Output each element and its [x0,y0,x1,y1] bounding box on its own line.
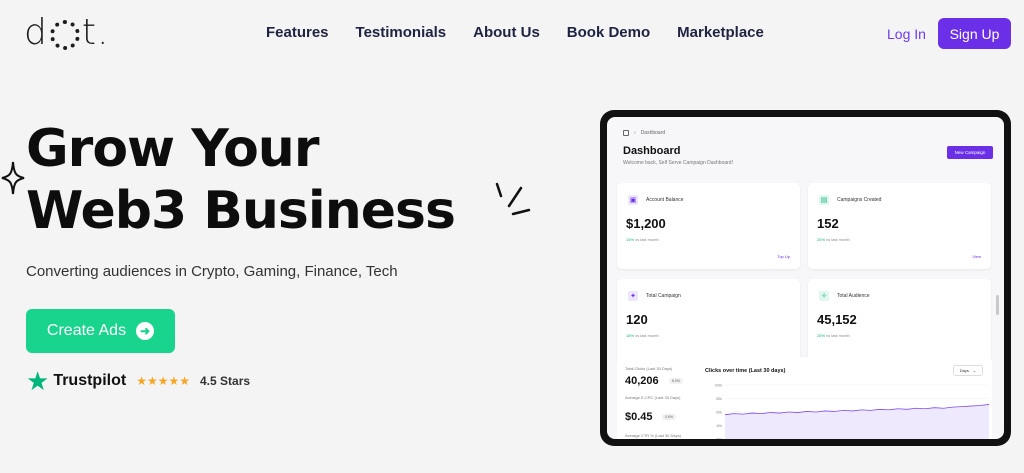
card-label: Account Balance [646,197,684,203]
hero-subtitle: Converting audiences in Crypto, Gaming, … [26,263,398,280]
card-change: 28% vs last month [817,333,850,338]
avg-ctr-label: Average CTR % (Last 30 Days) [625,433,681,438]
hero-title-line1: Grow Your [26,119,319,179]
avg-cpc-value: $0.45 [625,411,653,423]
card-change: 25% vs last month [817,237,850,242]
total-clicks-badge: 8.0% [669,378,683,384]
main-nav: Features Testimonials About Us Book Demo… [266,24,764,41]
breadcrumb: › Dashboard [623,130,665,136]
create-ads-label: Create Ads [46,322,127,339]
wallet-icon: ▣ [628,195,638,205]
card-value: 45,152 [817,312,857,327]
total-audience-card: ✧ Total Audience 45,152 28% vs last mont… [808,279,991,365]
view-link[interactable]: View [972,254,981,259]
chart-title: Clicks over time (Last 30 days) [705,368,786,374]
scrollbar[interactable] [996,295,999,315]
star-icon: ✦ [628,291,638,301]
change-percent: 25% [817,237,826,242]
y-tick-label: 80k [716,397,722,401]
logo-dotted-ring-icon [49,19,80,50]
change-percent: 18% [626,333,635,338]
arrow-right-icon: ➜ [136,322,155,340]
tablet-mockup: › Dashboard Dashboard Welcome back, Self… [600,110,1011,446]
nav-testimonials[interactable]: Testimonials [356,24,447,41]
nav-about-us[interactable]: About Us [473,24,540,41]
y-tick-label: 40k [716,424,722,428]
total-campaign-card: ✦ Total Campaign 120 18% vs last month [617,279,800,365]
rating-stars: ★★★★★ [136,374,190,388]
change-suffix: vs last month [826,237,850,242]
signup-button[interactable]: Sign Up [938,18,1011,49]
total-clicks-label: Total Clicks (Last 30 Days) [625,366,673,371]
nav-book-demo[interactable]: Book Demo [567,24,650,41]
hero-title-line2: Web3 Business [26,181,456,241]
change-percent: 28% [817,333,826,338]
trustpilot-star-icon: ★ [26,366,50,396]
login-link[interactable]: Log In [887,26,926,42]
card-label: Total Audience [837,293,870,299]
change-suffix: vs last month [635,333,659,338]
dashboard-title: Dashboard [623,145,681,157]
audience-icon: ✧ [819,291,829,301]
card-label: Total Campaign [646,293,681,299]
megaphone-icon: ▤ [819,195,829,205]
y-tick-label: 100k [714,384,722,388]
dashboard-screen: › Dashboard Dashboard Welcome back, Self… [607,117,1004,439]
avg-cpc-label: Average E-CPC (Last 30 Days) [625,395,681,400]
clicks-panel: Total Clicks (Last 30 Days) 40,206 8.0% … [617,357,992,439]
logo-letter-t: t. [81,12,110,53]
card-value: 152 [817,216,839,231]
avg-cpc-badge: 0.6% [662,414,676,420]
logo-letter-d: d [24,12,48,53]
total-clicks-value: 40,206 [625,375,659,387]
account-balance-card: ▣ Account Balance $1,200 15% vs last mon… [617,183,800,269]
change-suffix: vs last month [635,237,659,242]
hero-title: Grow Your Web3 Business [26,118,546,242]
chevron-down-icon: ⌄ [972,368,977,373]
breadcrumb-current: Dashboard [640,130,666,136]
y-tick-label: 20k [716,438,722,440]
y-tick-label: 60k [716,411,722,415]
trustpilot-brand: Trustpilot [53,372,127,389]
trustpilot-rating: ★ Trustpilot ★★★★★ 4.5 Stars [26,366,251,396]
rating-text: 4.5 Stars [200,374,251,388]
chevron-right-icon: › [634,130,636,136]
dashboard-subtitle: Welcome back, Self Serve Campaign Dashbo… [623,160,733,166]
range-select-value: Days [959,368,969,373]
nav-features[interactable]: Features [266,24,329,41]
series-area [725,404,989,439]
card-label: Campaigns Created [837,197,882,203]
change-percent: 15% [626,237,635,242]
logo[interactable]: d t. [24,12,109,53]
new-campaign-button[interactable]: New Campaign [947,146,993,159]
campaigns-created-card: ▤ Campaigns Created 152 25% vs last mont… [808,183,991,269]
card-value: $1,200 [626,216,666,231]
card-change: 18% vs last month [626,333,659,338]
range-select[interactable]: Days ⌄ [953,365,983,376]
card-value: 120 [626,312,648,327]
top-up-link[interactable]: Top Up [777,254,790,259]
clicks-area-chart: 100k 80k 60k 40k 20k [714,384,990,440]
create-ads-button[interactable]: Create Ads ➜ [26,309,175,353]
home-icon [623,130,629,136]
change-suffix: vs last month [826,333,850,338]
nav-marketplace[interactable]: Marketplace [677,24,764,41]
card-change: 15% vs last month [626,237,659,242]
emphasis-lines-icon [495,182,531,216]
sparkle-icon [1,161,25,195]
